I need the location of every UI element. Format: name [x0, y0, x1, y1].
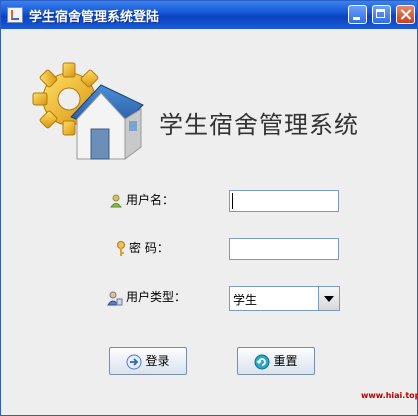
- reset-button-label: 重置: [273, 354, 298, 368]
- usertype-label: 用户类型：: [126, 290, 187, 304]
- key-icon: [117, 240, 125, 256]
- gear-house-icon: [32, 62, 144, 160]
- login-button[interactable]: 登录: [109, 347, 187, 375]
- minimize-button[interactable]: [348, 5, 367, 24]
- text-caret: [232, 193, 233, 209]
- username-label-row: 用户名：: [109, 190, 174, 210]
- java-app-icon: [7, 7, 23, 23]
- login-button-label: 登录: [145, 354, 170, 368]
- system-title: 学生宿舍管理系统: [159, 111, 359, 139]
- usertype-select[interactable]: 学生: [229, 286, 340, 311]
- person-icon: [110, 194, 122, 207]
- user-group-icon: [107, 291, 123, 305]
- password-label-row: 密 码：: [116, 238, 169, 258]
- window-title: 学生宿舍管理系统登陆: [29, 10, 160, 25]
- reset-button[interactable]: 重置: [237, 347, 315, 375]
- chevron-down-icon[interactable]: [318, 287, 339, 310]
- usertype-label-row: 用户类型：: [107, 287, 186, 307]
- usertype-selected-value: 学生: [233, 293, 258, 307]
- maximize-button[interactable]: [372, 5, 391, 24]
- password-label: 密 码：: [129, 241, 169, 255]
- title-bar[interactable]: 学生宿舍管理系统登陆: [1, 1, 417, 29]
- password-input[interactable]: [229, 238, 339, 260]
- username-label: 用户名：: [126, 193, 175, 207]
- watermark-text: www.hiai.top: [361, 391, 418, 400]
- refresh-icon: [254, 354, 270, 369]
- login-window: 学生宿舍管理系统登陆 学生宿舍管理系统 用户名： 密 码： 用户类型： 学生 登…: [0, 0, 418, 416]
- username-input[interactable]: [229, 190, 339, 212]
- close-button[interactable]: [396, 5, 415, 24]
- arrow-right-icon: [126, 354, 142, 369]
